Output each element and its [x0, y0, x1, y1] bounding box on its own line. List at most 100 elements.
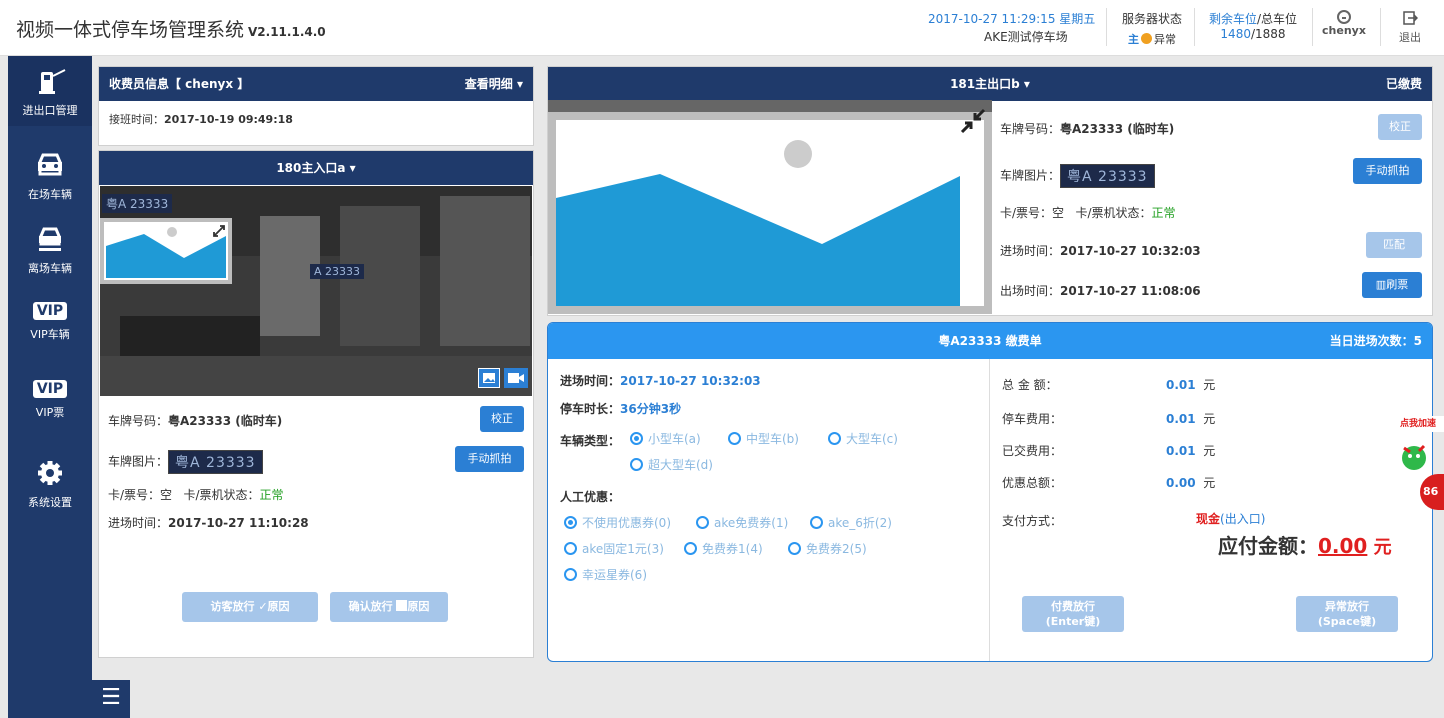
- payment-title: 粤A23333 缴费单: [938, 334, 1042, 348]
- top-bar: 视频一体式停车场管理系统 V2.11.1.4.0 2017-10-27 11:29…: [0, 0, 1444, 56]
- expand-icon[interactable]: [212, 224, 226, 238]
- daily-entry-count: 当日进场次数：5: [1329, 334, 1422, 348]
- sidebar: 进出口管理 在场车辆 离场车辆 VIP VIP车辆 VIP VIP票 系统设置: [8, 56, 92, 718]
- vehicle-type-medium[interactable]: 中型车(b): [728, 430, 799, 447]
- divider: [1106, 8, 1107, 46]
- exit-plate-image: 车牌图片： 粤A 23333: [1000, 164, 1155, 188]
- vip-ticket-icon: VIP: [32, 380, 68, 398]
- car-exit-icon: [39, 227, 61, 251]
- radio-icon: [828, 432, 841, 445]
- logout-button[interactable]: 退出: [1390, 10, 1430, 45]
- exit-card-info: 卡/票号：空 卡/票机状态：正常: [1000, 206, 1176, 220]
- radio-icon: [696, 516, 709, 529]
- discount-total-amount: 0.00 元: [1166, 476, 1216, 490]
- sidebar-item-gate[interactable]: 进出口管理: [8, 56, 92, 126]
- confirm-release-button[interactable]: 确认放行 原因: [330, 592, 448, 622]
- fee-amount: 0.01 元: [1166, 412, 1216, 426]
- image-placeholder-icon: [106, 227, 226, 278]
- exit-camera-view[interactable]: [548, 100, 992, 314]
- collapse-icon[interactable]: [960, 108, 986, 134]
- discount-ake-60[interactable]: ake_6折(2): [810, 514, 892, 531]
- vehicle-type-large[interactable]: 大型车(c): [828, 430, 898, 447]
- paid-status: 已缴费: [1385, 77, 1422, 91]
- plate-image: 粤A 23333: [168, 450, 263, 474]
- menu-toggle-button[interactable]: ☰: [92, 680, 130, 718]
- paid-label: 已交费用：: [1002, 444, 1063, 458]
- server-main: 主: [1128, 33, 1139, 46]
- payment-entry-time: 进场时间：2017-10-27 10:32:03: [560, 374, 761, 388]
- plate-snapshot-thumbnail[interactable]: [100, 218, 232, 284]
- amount-due: 应付金额：0.00 元: [1218, 534, 1392, 558]
- match-button[interactable]: 匹配: [1366, 232, 1422, 258]
- ticket-button[interactable]: ▥刷票: [1362, 272, 1422, 298]
- app-version: V2.11.1.4.0: [248, 25, 326, 39]
- exit-snapshot-image[interactable]: [548, 112, 992, 314]
- user-menu[interactable]: chenyx: [1316, 10, 1372, 37]
- sidebar-item-exited[interactable]: 离场车辆: [8, 214, 92, 284]
- discount-total-label: 优惠总额：: [1002, 476, 1063, 490]
- datetime: 2017-10-27 11:29:15 星期五: [928, 12, 1096, 26]
- video-toggle-button[interactable]: [504, 368, 528, 388]
- discount-none[interactable]: 不使用优惠券(0): [564, 514, 671, 531]
- discount-free-1[interactable]: 免费券1(4): [684, 540, 763, 557]
- vehicle-type-small[interactable]: 小型车(a): [630, 430, 701, 447]
- collector-panel: 收费员信息【 chenyx 】 查看明细 ▾ 接班时间：2017-10-19 0…: [98, 66, 534, 146]
- radio-icon: [630, 458, 643, 471]
- discount-ake-fixed[interactable]: ake固定1元(3): [564, 540, 664, 557]
- snapshot-toggle-button[interactable]: [478, 368, 500, 388]
- shift-time: 接班时间：2017-10-19 09:49:18: [109, 113, 293, 126]
- image-placeholder-icon: [556, 140, 960, 306]
- status-dot-icon: [1141, 33, 1152, 44]
- radio-icon: [564, 542, 577, 555]
- payment-method-label: 支付方式：: [1002, 514, 1063, 528]
- card-status: 正常: [1151, 206, 1176, 220]
- plate-image: 粤A 23333: [1060, 164, 1155, 188]
- exit-capture-button[interactable]: 手动抓拍: [1353, 158, 1422, 184]
- discount-ake-free[interactable]: ake免费券(1): [696, 514, 788, 531]
- sidebar-item-parked[interactable]: 在场车辆: [8, 140, 92, 210]
- radio-icon: [728, 432, 741, 445]
- gate-barrier-icon: [39, 69, 66, 94]
- entrance-correct-button[interactable]: 校正: [480, 406, 524, 432]
- entrance-camera-view[interactable]: 粤A 23333 A 23333: [100, 186, 532, 396]
- image-icon: [483, 373, 495, 383]
- entrance-capture-button[interactable]: 手动抓拍: [455, 446, 524, 472]
- card-status: 正常: [259, 488, 284, 502]
- entrance-title[interactable]: 180主入口a ▾: [99, 151, 533, 185]
- radio-icon: [564, 568, 577, 581]
- exit-correct-button[interactable]: 校正: [1378, 114, 1422, 140]
- exit-header: 181主出口b ▾ 已缴费: [548, 67, 1432, 101]
- exit-title[interactable]: 181主出口b ▾: [950, 77, 1030, 91]
- abnormal-release-button[interactable]: 异常放行 (Space键): [1296, 596, 1398, 632]
- radio-icon: [630, 432, 643, 445]
- exit-entry-time: 进场时间：2017-10-27 10:32:03: [1000, 244, 1201, 258]
- mascot-icon[interactable]: [1394, 436, 1434, 476]
- entrance-entry-time: 进场时间：2017-10-27 11:10:28: [108, 516, 309, 530]
- collector-header: 收费员信息【 chenyx 】 查看明细 ▾: [99, 67, 533, 101]
- sidebar-item-vip-ticket[interactable]: VIP VIP票: [8, 370, 92, 440]
- visitor-release-button[interactable]: 访客放行 ✓原因: [182, 592, 318, 622]
- server-status[interactable]: 服务器状态 主异常: [1114, 10, 1190, 47]
- total-amount: 0.01 元: [1166, 378, 1216, 392]
- manual-discount-label: 人工优惠：: [560, 490, 621, 504]
- parking-duration: 停车时长：36分钟3秒: [560, 402, 682, 416]
- check-icon: ✓: [258, 600, 268, 613]
- checkbox-icon[interactable]: [396, 600, 408, 611]
- sidebar-item-settings[interactable]: 系统设置: [8, 448, 92, 518]
- exit-plate-number: 车牌号码：粤A23333 (临时车): [1000, 122, 1175, 136]
- camera-plate-overlay: 粤A 23333: [102, 194, 173, 213]
- fee-label: 停车费用：: [1002, 412, 1063, 426]
- speedup-promo[interactable]: 点我加速: [1392, 416, 1444, 432]
- gear-icon: [38, 461, 62, 485]
- vehicle-type-label: 车辆类型：: [560, 434, 621, 448]
- sidebar-item-vip-car[interactable]: VIP VIP车辆: [8, 292, 92, 362]
- pay-release-button[interactable]: 付费放行 (Enter键): [1022, 596, 1124, 632]
- divider: [1312, 8, 1313, 46]
- discount-free-2[interactable]: 免费券2(5): [788, 540, 867, 557]
- user-icon: [1337, 10, 1351, 24]
- vehicle-type-xlarge[interactable]: 超大型车(d): [630, 456, 713, 473]
- discount-lucky-star[interactable]: 幸运星券(6): [564, 566, 647, 583]
- divider: [1194, 8, 1195, 46]
- view-details-link[interactable]: 查看明细 ▾: [465, 67, 523, 101]
- divider: [989, 359, 990, 661]
